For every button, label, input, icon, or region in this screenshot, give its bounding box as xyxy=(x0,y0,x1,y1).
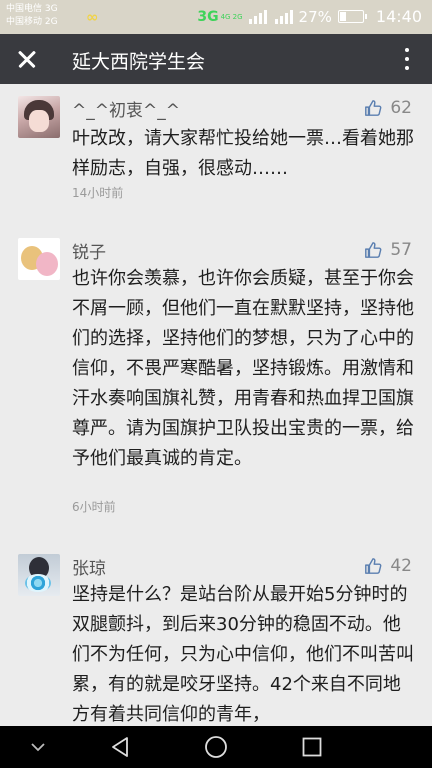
comment-body: 坚持是什么？是站台阶从最开始5分钟时的双腿颤抖，到后来30分钟的稳固不动。他们不… xyxy=(72,584,414,725)
clock: 14:40 xyxy=(375,7,422,26)
carrier-1: 中国电信 3G xyxy=(6,4,58,14)
thumbs-up-icon xyxy=(365,100,382,116)
like-button[interactable]: 62 xyxy=(364,98,412,118)
carrier-info: 中国电信 3G 中国移动 2G xyxy=(6,3,58,29)
like-count: 57 xyxy=(390,240,412,260)
close-icon[interactable] xyxy=(10,42,44,76)
thumbs-up-icon xyxy=(365,242,382,258)
like-count: 62 xyxy=(390,98,412,118)
comment-author[interactable]: ^_^初衷^_^ xyxy=(72,96,180,121)
comment-time: 6小时前 xyxy=(72,500,116,514)
comment-author[interactable]: 锐子 xyxy=(72,238,106,263)
page-title: 延大西院学生会 xyxy=(72,51,206,73)
signal-icon-2 xyxy=(273,9,293,24)
home-circle-icon[interactable] xyxy=(186,726,246,768)
status-bar: 中国电信 3G 中国移动 2G ∞ 3G 4G 2G 27% 14:40 xyxy=(0,0,432,34)
comment-body: 叶改改，请大家帮忙投给她一票…看着她那样励志，自强，很感动…… xyxy=(72,128,414,179)
title-bar: 延大西院学生会 xyxy=(0,34,432,84)
comment-list[interactable]: ^_^初衷^_^ 62 叶改改，请大家帮忙投给她一票…看着她那样励志，自强，很感… xyxy=(0,84,432,726)
comment-author[interactable]: 张琼 xyxy=(72,554,106,579)
carrier-2: 中国移动 2G xyxy=(6,17,58,27)
recents-square-icon[interactable] xyxy=(282,726,342,768)
signal-icon xyxy=(247,9,267,24)
network-3g: 3G xyxy=(197,8,219,25)
infinity-icon: ∞ xyxy=(86,8,99,26)
chevron-down-icon[interactable] xyxy=(8,726,68,768)
network-small-label: 4G 2G xyxy=(220,12,243,21)
like-button[interactable]: 57 xyxy=(364,240,412,260)
avatar[interactable] xyxy=(18,554,60,596)
more-vertical-icon[interactable] xyxy=(402,46,412,72)
comment-time: 14小时前 xyxy=(72,186,124,200)
battery-icon xyxy=(337,10,367,23)
avatar[interactable] xyxy=(18,96,60,138)
status-indicators: 3G 4G 2G 27% 14:40 xyxy=(197,7,422,26)
like-count: 42 xyxy=(390,556,412,576)
avatar[interactable] xyxy=(18,238,60,280)
comment-body: 也许你会羡慕，也许你会质疑，甚至于你会不屑一顾，但他们一直在默默坚持，坚持他们的… xyxy=(72,268,414,469)
battery-percent: 27% xyxy=(298,7,332,26)
like-button[interactable]: 42 xyxy=(364,556,412,576)
thumbs-up-icon xyxy=(365,558,382,574)
system-nav-bar xyxy=(0,726,432,768)
back-triangle-icon[interactable] xyxy=(90,726,150,768)
